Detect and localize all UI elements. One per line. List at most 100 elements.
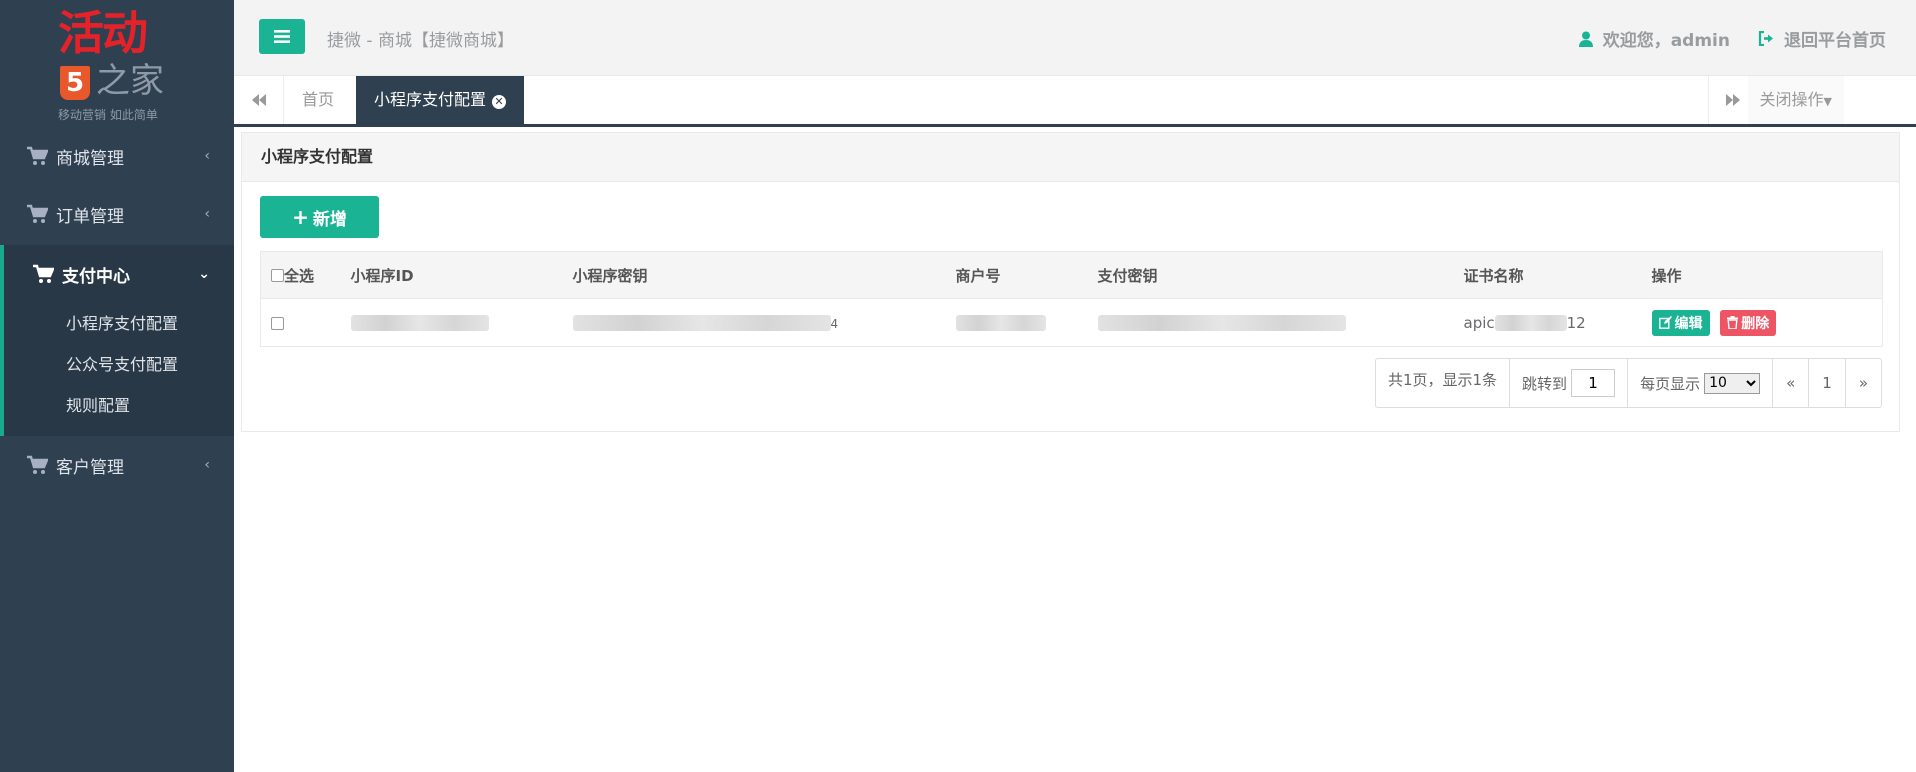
sign-out-icon bbox=[1758, 31, 1773, 46]
next-page-button[interactable]: » bbox=[1846, 359, 1881, 407]
jump-label: 跳转到 bbox=[1522, 374, 1568, 393]
pagination: 共1页，显示1条 跳转到 每页显示 10 « 1 » bbox=[1374, 358, 1882, 408]
nav-group-orders[interactable]: 订单管理 ‹ bbox=[0, 185, 234, 243]
cert-prefix: apic bbox=[1463, 313, 1495, 332]
select-all-checkbox[interactable] bbox=[271, 268, 284, 282]
main-area: 捷微 - 商城【捷微商城】 欢迎您，admin 退回平台首页 首页 小程序支付配… bbox=[234, 0, 1916, 772]
back-home-link[interactable]: 退回平台首页 bbox=[1758, 26, 1886, 51]
per-page-select[interactable]: 10 bbox=[1704, 372, 1761, 394]
back-home-text: 退回平台首页 bbox=[1784, 31, 1886, 51]
backward-icon bbox=[251, 94, 266, 106]
tabs-bar: 首页 小程序支付配置 ✕ 关闭操作▼ bbox=[234, 76, 1916, 127]
delete-button[interactable]: 删除 bbox=[1720, 309, 1777, 336]
current-page-button[interactable]: 1 bbox=[1809, 359, 1846, 407]
chevron-left-icon: ‹ bbox=[204, 148, 210, 164]
edit-button[interactable]: 编辑 bbox=[1651, 309, 1710, 336]
col-header-cert-name: 证书名称 bbox=[1453, 251, 1642, 299]
close-tab-icon[interactable]: ✕ bbox=[492, 95, 507, 109]
welcome-text: 欢迎您，admin bbox=[1602, 31, 1730, 51]
config-table: 全选 小程序ID 小程序密钥 商户号 支付密钥 证书名称 操作 4 apic 1… bbox=[260, 251, 1883, 347]
nav-head-customers[interactable]: 客户管理 ‹ bbox=[0, 436, 234, 494]
edit-label: 编辑 bbox=[1674, 315, 1703, 332]
content-panel: 小程序支付配置 + 新增 全选 小程序ID 小程序密钥 商户号 支付密钥 证书名… bbox=[241, 132, 1900, 432]
chevron-left-icon: ‹ bbox=[204, 206, 210, 222]
col-header-appid: 小程序ID bbox=[340, 251, 563, 299]
secret-tail: 4 bbox=[830, 316, 839, 331]
per-page-label: 每页显示 bbox=[1640, 374, 1701, 393]
col-header-actions: 操作 bbox=[1641, 251, 1883, 299]
nav-head-mall[interactable]: 商城管理 ‹ bbox=[0, 127, 234, 185]
panel-title: 小程序支付配置 bbox=[242, 133, 1899, 182]
add-label: 新增 bbox=[312, 209, 347, 230]
redacted-pay-key bbox=[1097, 315, 1346, 331]
row-checkbox-cell[interactable] bbox=[260, 298, 341, 347]
plus-icon: + bbox=[292, 205, 309, 229]
hamburger-icon bbox=[274, 30, 290, 43]
pager-summary: 共1页，显示1条 bbox=[1376, 359, 1511, 407]
redacted-merchant-no bbox=[955, 315, 1046, 331]
chevron-down-icon: ⌄ bbox=[198, 266, 210, 282]
tab-home[interactable]: 首页 bbox=[284, 76, 356, 124]
redacted-appid bbox=[350, 315, 489, 331]
sidebar-item-mp-pay[interactable]: 公众号支付配置 bbox=[4, 344, 234, 385]
nav-label-orders: 订单管理 bbox=[56, 206, 124, 227]
select-all-cell[interactable]: 全选 bbox=[260, 251, 341, 299]
cell-pay-key bbox=[1087, 298, 1454, 347]
cert-suffix: 12 bbox=[1566, 313, 1586, 332]
tabs-scroll-left-button[interactable] bbox=[234, 76, 284, 124]
nav-label-payment: 支付中心 bbox=[62, 266, 130, 287]
sidebar-item-miniapp-pay[interactable]: 小程序支付配置 bbox=[4, 303, 234, 344]
close-operations-dropdown[interactable]: 关闭操作▼ bbox=[1747, 76, 1844, 124]
delete-label: 删除 bbox=[1741, 315, 1770, 332]
nav-group-mall[interactable]: 商城管理 ‹ bbox=[0, 127, 234, 185]
logo-slogan: 移动营销 如此简单 bbox=[58, 108, 158, 122]
pager-jump: 跳转到 bbox=[1510, 359, 1629, 407]
close-ops-label: 关闭操作 bbox=[1759, 90, 1824, 109]
nav-head-payment[interactable]: 支付中心 ⌄ bbox=[4, 245, 234, 303]
forward-icon bbox=[1726, 94, 1740, 106]
table-row: 4 apic 12 编辑 删除 bbox=[260, 298, 1883, 347]
logo-home-text: 之家 bbox=[96, 61, 164, 101]
tab-miniapp-pay[interactable]: 小程序支付配置 ✕ bbox=[356, 76, 525, 124]
cart-icon bbox=[33, 264, 54, 283]
logo-title: 活动 bbox=[58, 6, 148, 60]
menu-toggle-button[interactable] bbox=[259, 19, 305, 54]
redacted-cert-name bbox=[1494, 315, 1567, 331]
trash-icon bbox=[1727, 316, 1739, 329]
cell-appid bbox=[340, 298, 563, 347]
caret-down-icon: ▼ bbox=[1823, 95, 1832, 108]
table-header-row: 全选 小程序ID 小程序密钥 商户号 支付密钥 证书名称 操作 bbox=[260, 251, 1883, 299]
user-icon bbox=[1578, 31, 1593, 47]
row-checkbox[interactable] bbox=[271, 316, 284, 330]
tab-label: 小程序支付配置 bbox=[374, 90, 487, 109]
nav-head-orders[interactable]: 订单管理 ‹ bbox=[0, 185, 234, 243]
edit-icon bbox=[1658, 316, 1672, 329]
nav-group-customers[interactable]: 客户管理 ‹ bbox=[0, 436, 234, 494]
cart-icon bbox=[27, 455, 48, 474]
cell-merchant-no bbox=[945, 298, 1088, 347]
pager-per-page: 每页显示 10 bbox=[1628, 359, 1774, 407]
cell-actions: 编辑 删除 bbox=[1641, 298, 1883, 347]
sidebar-item-rules[interactable]: 规则配置 bbox=[4, 385, 234, 426]
cell-app-secret: 4 bbox=[562, 298, 946, 347]
user-welcome[interactable]: 欢迎您，admin bbox=[1578, 26, 1730, 51]
cart-icon bbox=[27, 146, 48, 165]
top-right-links: 欢迎您，admin 退回平台首页 bbox=[1551, 26, 1886, 51]
nav-label-mall: 商城管理 bbox=[56, 148, 124, 169]
col-header-app-secret: 小程序密钥 bbox=[562, 251, 946, 299]
chevron-left-icon: ‹ bbox=[204, 457, 210, 473]
nav-group-payment[interactable]: 支付中心 ⌄ 小程序支付配置 公众号支付配置 规则配置 bbox=[0, 245, 234, 436]
add-button[interactable]: + 新增 bbox=[260, 196, 379, 238]
col-header-merchant-no: 商户号 bbox=[945, 251, 1088, 299]
jump-page-input[interactable] bbox=[1571, 369, 1616, 397]
nav-submenu-payment: 小程序支付配置 公众号支付配置 规则配置 bbox=[4, 303, 234, 436]
cell-cert-name: apic 12 bbox=[1453, 298, 1642, 347]
app-title: 捷微 - 商城【捷微商城】 bbox=[327, 31, 514, 51]
logo: 活动 5 之家 移动营销 如此简单 bbox=[0, 0, 234, 127]
cart-icon bbox=[27, 204, 48, 223]
select-all-label: 全选 bbox=[284, 266, 315, 285]
redacted-app-secret bbox=[572, 315, 831, 331]
nav-label-customers: 客户管理 bbox=[56, 457, 124, 478]
col-header-pay-key: 支付密钥 bbox=[1087, 251, 1454, 299]
prev-page-button[interactable]: « bbox=[1773, 359, 1810, 407]
